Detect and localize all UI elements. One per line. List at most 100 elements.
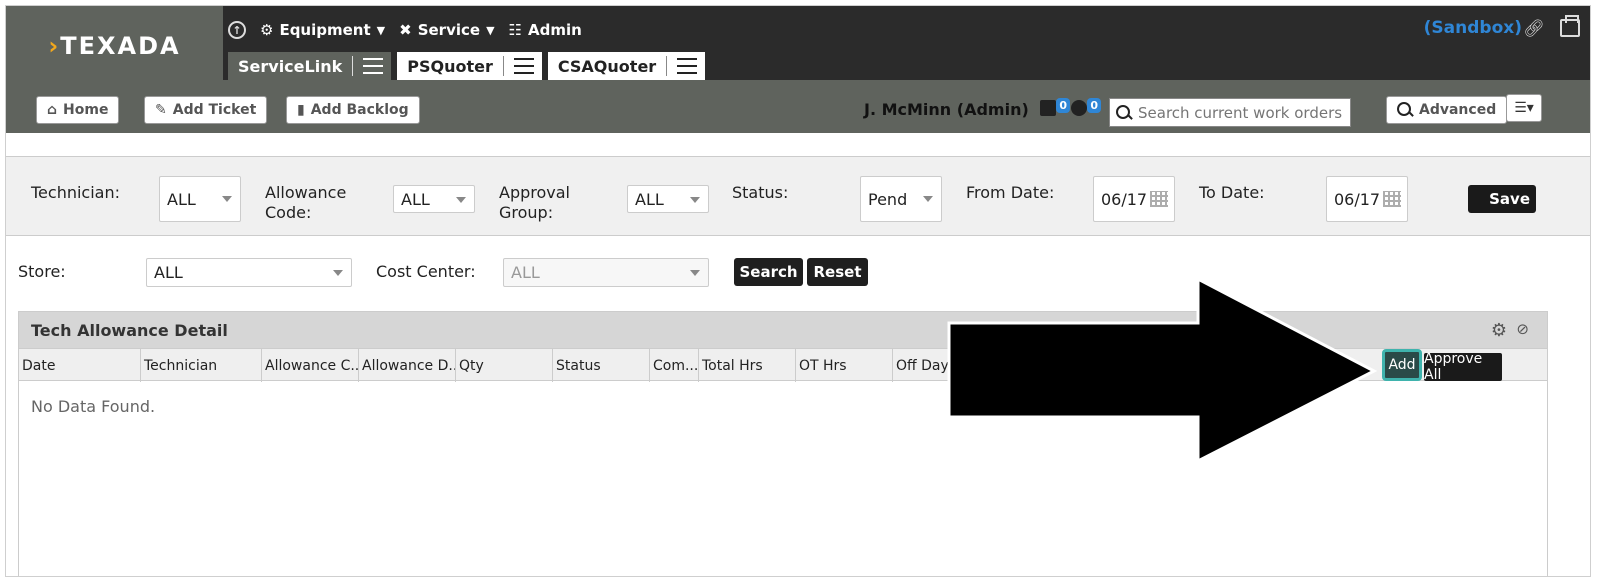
- badge-count: 0: [1056, 98, 1070, 113]
- add-button[interactable]: Add: [1382, 349, 1422, 381]
- advanced-label: Advanced: [1419, 102, 1497, 118]
- approve-all-button[interactable]: Approve All: [1424, 351, 1502, 383]
- hamburger-icon[interactable]: [677, 58, 698, 74]
- ticket-icon: ✎: [155, 102, 167, 118]
- status-value: Pend: [868, 189, 908, 209]
- store-select[interactable]: ALL: [146, 258, 352, 287]
- arrow-pointer-icon: [947, 276, 1378, 464]
- home-button[interactable]: ⌂ Home: [36, 96, 120, 124]
- app-frame: › TEXADA ↑ ⚙ Equipment ▼ ✖ Service ▼ ☷ A…: [5, 5, 1591, 577]
- card-icon: [1040, 100, 1056, 116]
- to-date-value: 06/17: [1334, 189, 1381, 209]
- col-allowance-code[interactable]: Allowance C...: [262, 349, 359, 382]
- tab-servicelink[interactable]: ServiceLink: [228, 52, 392, 80]
- cost-center-value: ALL: [511, 263, 540, 282]
- search-icon: [1397, 102, 1413, 118]
- gear-icon[interactable]: ⚙: [1491, 320, 1507, 341]
- store-label: Store:: [18, 262, 66, 281]
- from-date-label: From Date:: [966, 183, 1055, 202]
- nav-service[interactable]: ✖ Service ▼: [399, 21, 494, 39]
- from-date-value: 06/17: [1101, 189, 1148, 209]
- search-icon: [1116, 104, 1132, 121]
- col-status[interactable]: Status: [553, 349, 650, 382]
- status-select[interactable]: Pend: [860, 176, 942, 222]
- cost-center-label: Cost Center:: [376, 262, 476, 281]
- tab-label: PSQuoter: [407, 56, 493, 76]
- store-value: ALL: [154, 263, 183, 282]
- col-date[interactable]: Date: [19, 349, 141, 382]
- to-date-label: To Date:: [1199, 183, 1265, 202]
- technician-label: Technician:: [31, 183, 120, 202]
- hamburger-icon[interactable]: [513, 58, 534, 74]
- tab-label: CSAQuoter: [557, 56, 657, 76]
- to-date-input[interactable]: 06/17: [1326, 176, 1408, 222]
- tab-csaquoter[interactable]: CSAQuoter: [547, 52, 706, 80]
- home-icon: ⌂: [47, 102, 58, 118]
- advanced-search-button[interactable]: Advanced: [1386, 96, 1508, 124]
- reset-button[interactable]: Reset: [807, 258, 868, 286]
- dropdown-arrow-icon: [456, 197, 466, 203]
- tab-psquoter[interactable]: PSQuoter: [397, 52, 542, 80]
- save-button[interactable]: Save: [1468, 185, 1536, 213]
- work-order-search: [1109, 98, 1351, 127]
- allowance-code-label: Allowance Code:: [265, 183, 347, 222]
- dropdown-arrow-icon: [333, 270, 343, 276]
- col-technician[interactable]: Technician: [141, 349, 262, 382]
- sandbox-label: (Sandbox): [1423, 18, 1522, 38]
- search-button[interactable]: Search: [734, 258, 803, 286]
- tab-divider: [502, 56, 504, 76]
- hide-columns-icon[interactable]: ⊘: [1516, 320, 1529, 338]
- caret-down-icon: ▼: [376, 23, 386, 37]
- top-nav: ↑ ⚙ Equipment ▼ ✖ Service ▼ ☷ Admin: [228, 18, 582, 42]
- nav-admin[interactable]: ☷ Admin: [509, 21, 582, 39]
- col-total-hrs[interactable]: Total Hrs: [699, 349, 796, 382]
- col-ot-hrs[interactable]: OT Hrs: [796, 349, 893, 382]
- logo-text: TEXADA: [60, 32, 181, 60]
- hamburger-icon[interactable]: [363, 58, 384, 74]
- approval-group-select[interactable]: ALL: [627, 185, 709, 213]
- printer-icon[interactable]: [1560, 15, 1580, 37]
- search-input[interactable]: [1138, 103, 1348, 122]
- action-toolbar: ⌂ Home ✎ Add Ticket ▮ Add Backlog J. McM…: [6, 80, 1590, 133]
- add-backlog-button[interactable]: ▮ Add Backlog: [286, 96, 420, 124]
- add-ticket-label: Add Ticket: [172, 102, 257, 118]
- add-backlog-label: Add Backlog: [310, 102, 409, 118]
- from-date-input[interactable]: 06/17: [1093, 176, 1175, 222]
- add-ticket-button[interactable]: ✎ Add Ticket: [144, 96, 268, 124]
- calendar-icon[interactable]: [1383, 191, 1401, 207]
- technician-select[interactable]: ALL: [159, 176, 241, 222]
- tab-divider: [352, 56, 354, 76]
- dropdown-arrow-icon: [923, 196, 933, 202]
- col-qty[interactable]: Qty: [456, 349, 553, 382]
- current-user: J. McMinn (Admin): [864, 100, 1029, 119]
- gears-icon: ⚙: [260, 21, 274, 39]
- menu-toggle-button[interactable]: ☰▾: [1506, 94, 1542, 122]
- dropdown-arrow-icon: [690, 270, 700, 276]
- sliders-icon: ☷: [508, 21, 522, 39]
- notification-badge[interactable]: 0: [1040, 98, 1070, 120]
- nav-equipment[interactable]: ⚙ Equipment ▼: [260, 21, 385, 39]
- cost-center-select[interactable]: ALL: [503, 258, 709, 287]
- logo-chevron-icon: ›: [48, 32, 59, 60]
- col-allowance-desc[interactable]: Allowance D...: [359, 349, 456, 382]
- tab-label: ServiceLink: [238, 56, 343, 76]
- status-label: Status:: [732, 183, 789, 202]
- caret-down-icon: ▼: [486, 23, 495, 37]
- chat-icon: [1071, 100, 1087, 116]
- nav-admin-label: Admin: [527, 21, 582, 39]
- home-label: Home: [63, 102, 109, 118]
- empty-message: No Data Found.: [31, 397, 156, 416]
- message-badge[interactable]: 0: [1071, 98, 1101, 120]
- link-icon[interactable]: 🔗︎: [1523, 19, 1545, 39]
- dropdown-arrow-icon: [690, 197, 700, 203]
- top-header: › TEXADA ↑ ⚙ Equipment ▼ ✖ Service ▼ ☷ A…: [6, 6, 1590, 133]
- calendar-icon[interactable]: [1150, 191, 1168, 207]
- dropdown-arrow-icon: [222, 196, 232, 202]
- filter-panel: Technician: ALL Allowance Code: ALL Appr…: [6, 156, 1590, 236]
- app-tabs: ServiceLink PSQuoter CSAQuoter: [228, 52, 706, 80]
- up-arrow-icon[interactable]: ↑: [228, 21, 246, 39]
- col-comment[interactable]: Com...: [650, 349, 699, 382]
- tools-icon: ✖: [399, 21, 412, 39]
- allowance-code-select[interactable]: ALL: [393, 185, 475, 213]
- nav-service-label: Service: [417, 21, 481, 39]
